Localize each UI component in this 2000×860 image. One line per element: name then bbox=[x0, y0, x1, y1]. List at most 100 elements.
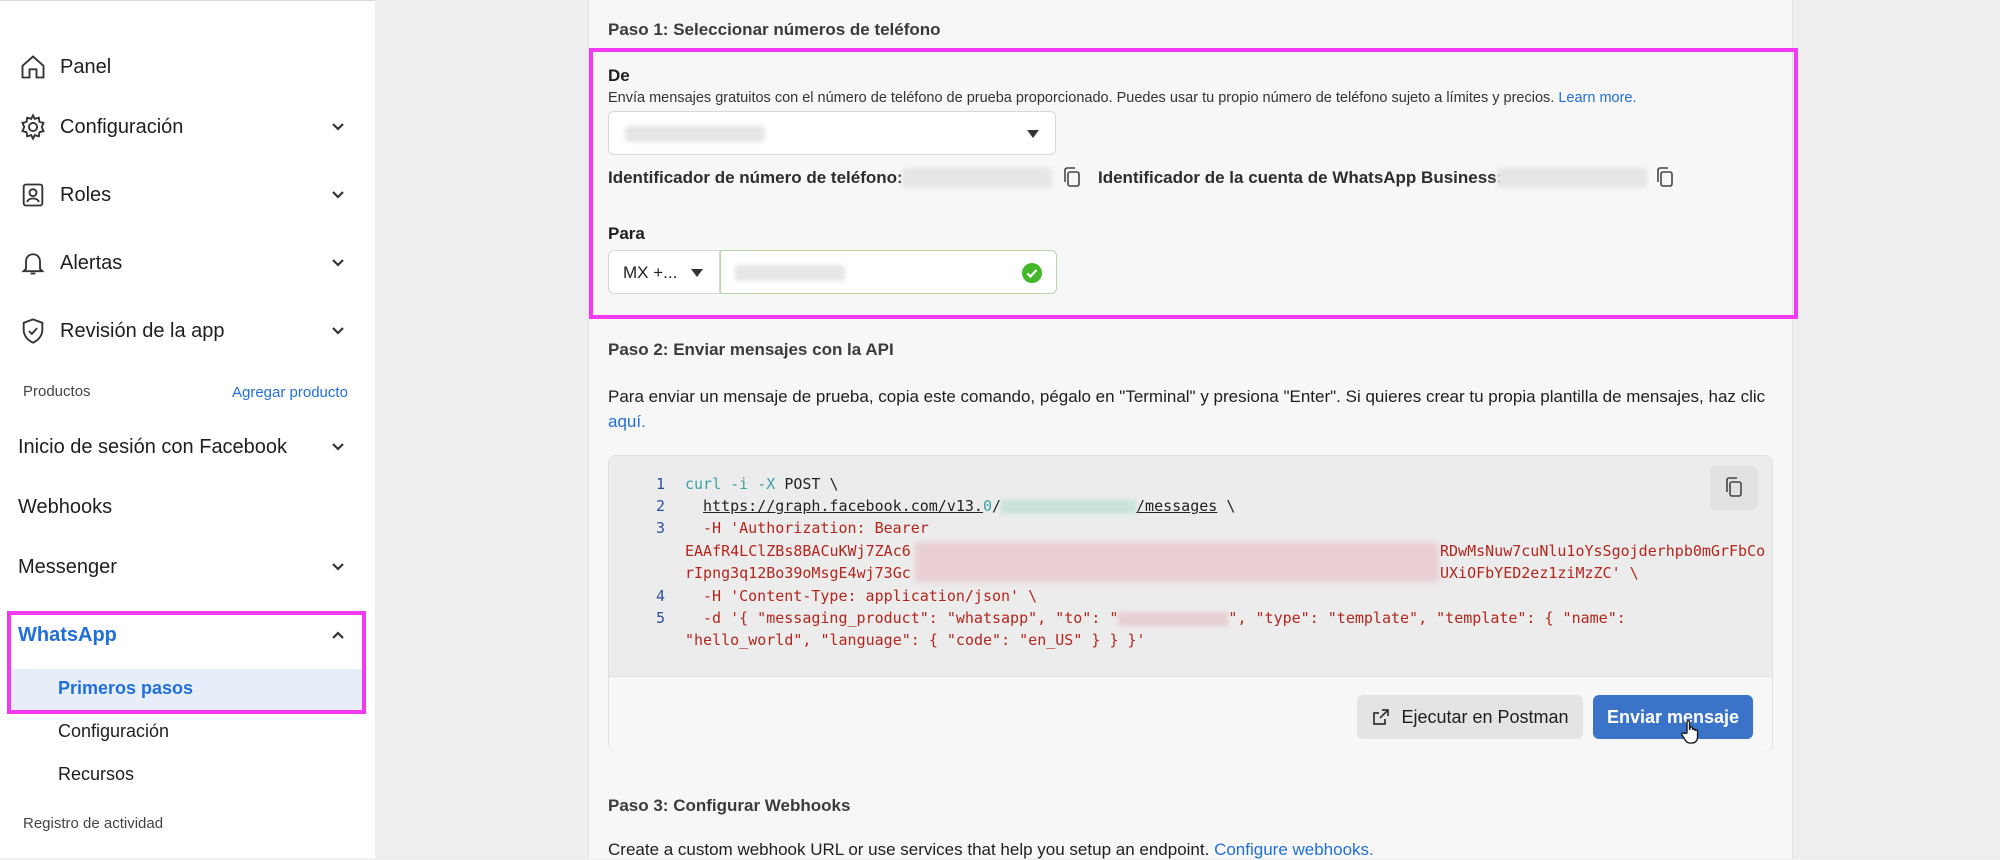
bell-icon bbox=[18, 248, 48, 278]
chevron-down-icon bbox=[328, 437, 348, 457]
main-area: Paso 1: Seleccionar números de teléfono … bbox=[375, 0, 2000, 860]
waba-id-label: Identificador de la cuenta de WhatsApp B… bbox=[1098, 168, 1503, 187]
add-product-link[interactable]: Agregar producto bbox=[232, 384, 348, 401]
to-phone-input[interactable] bbox=[720, 250, 1057, 294]
sidebar-item-registro[interactable]: Registro de actividad bbox=[23, 815, 163, 832]
getting-started-panel: Paso 1: Seleccionar números de teléfono … bbox=[588, 0, 1798, 860]
redacted-recipient-number bbox=[735, 265, 845, 281]
sidebar-subitem-configuracion[interactable]: Configuración bbox=[58, 721, 169, 742]
step2-title: Paso 2: Enviar mensajes con la API bbox=[608, 340, 894, 359]
code-token: /messages bbox=[1136, 497, 1218, 515]
sidebar: Panel Configuración Roles Alertas Revisi… bbox=[0, 0, 375, 858]
redacted-token bbox=[915, 542, 1439, 582]
from-phone-select[interactable] bbox=[608, 111, 1056, 155]
id-badge-icon bbox=[18, 180, 48, 210]
configure-webhooks-link[interactable]: Configure webhooks. bbox=[1214, 840, 1374, 859]
redacted-recipient-number bbox=[1118, 611, 1229, 626]
step3-description: Create a custom webhook URL or use servi… bbox=[608, 840, 1768, 860]
phone-id-label: Identificador de número de teléfono: bbox=[608, 168, 903, 187]
code-line-3c-right: UXiOFbYED2ez1ziMzZC' \ bbox=[1440, 564, 1639, 582]
code-line-4: -H 'Content-Type: application/json' \ bbox=[703, 587, 1038, 605]
sidebar-item-label: Configuración bbox=[60, 115, 184, 138]
code-line-3: -H 'Authorization: Bearer bbox=[703, 519, 929, 537]
sidebar-subitem-primeros-pasos[interactable]: Primeros pasos bbox=[58, 678, 193, 699]
code-line-6: "hello_world", "language": { "code": "en… bbox=[685, 631, 1146, 649]
code-panel-footer: Ejecutar en Postman Enviar mensaje bbox=[609, 676, 1772, 752]
hand-cursor-icon bbox=[1680, 719, 1702, 750]
code-line-3c-left: rIpng3q12Bo39oMsgE4wj73Gc bbox=[685, 564, 911, 582]
gear-icon bbox=[18, 112, 48, 142]
step1-title: Paso 1: Seleccionar números de teléfono bbox=[608, 20, 941, 39]
code-token: POST \ bbox=[784, 475, 839, 493]
aqui-link[interactable]: aquí. bbox=[608, 412, 646, 431]
code-token: curl -i -X bbox=[685, 475, 785, 493]
run-in-postman-label: Ejecutar en Postman bbox=[1401, 706, 1569, 727]
country-code-value: MX +... bbox=[623, 263, 678, 282]
code-token: / bbox=[992, 497, 1002, 515]
line-number: 3 bbox=[655, 519, 665, 537]
country-code-select[interactable]: MX +... bbox=[608, 250, 720, 294]
line-number: 2 bbox=[655, 497, 665, 515]
from-description: Envía mensajes gratuitos con el número d… bbox=[608, 90, 1637, 106]
step3-description-text: Create a custom webhook URL or use servi… bbox=[608, 840, 1210, 859]
sidebar-item-whatsapp[interactable]: WhatsApp bbox=[18, 613, 348, 657]
line-number: 4 bbox=[655, 587, 665, 605]
sidebar-item-label: Inicio de sesión con Facebook bbox=[18, 435, 288, 458]
step3-title: Paso 3: Configurar Webhooks bbox=[608, 796, 851, 815]
code-token: ", "type": "template", "template": { "na… bbox=[1228, 609, 1626, 627]
chevron-up-icon bbox=[328, 625, 348, 645]
shield-check-icon bbox=[18, 316, 48, 346]
sidebar-item-panel[interactable]: Panel bbox=[18, 45, 348, 89]
sidebar-item-configuracion[interactable]: Configuración bbox=[18, 105, 348, 149]
redacted-phone-number bbox=[625, 126, 765, 142]
sidebar-item-label: Roles bbox=[60, 183, 112, 206]
copy-icon bbox=[1726, 477, 1742, 497]
code-token: https://graph.facebook.com/v13. bbox=[703, 497, 983, 515]
code-line-2: https://graph.facebook.com/v13.0/ /messag… bbox=[703, 497, 1235, 515]
sidebar-item-label: WhatsApp bbox=[18, 623, 117, 646]
sidebar-item-facebook-login[interactable]: Inicio de sesión con Facebook bbox=[18, 425, 348, 469]
valid-check-icon bbox=[1022, 263, 1042, 288]
chevron-down-icon bbox=[328, 321, 348, 341]
sidebar-item-messenger[interactable]: Messenger bbox=[18, 545, 348, 589]
copy-phone-id-icon[interactable] bbox=[1061, 166, 1083, 195]
dropdown-caret-icon bbox=[691, 269, 703, 277]
copy-waba-id-icon[interactable] bbox=[1654, 166, 1676, 195]
send-message-button[interactable]: Enviar mensaje bbox=[1593, 695, 1753, 739]
from-description-text: Envía mensajes gratuitos con el número d… bbox=[608, 90, 1555, 106]
send-message-label: Enviar mensaje bbox=[1606, 706, 1740, 727]
line-number: 5 bbox=[655, 609, 665, 627]
sidebar-item-label: Alertas bbox=[60, 251, 123, 274]
chevron-down-icon bbox=[328, 557, 348, 577]
curl-code-panel: 1 2 3 4 5 curl -i -X POST \ https://grap… bbox=[608, 455, 1773, 752]
code-line-3b-left: EAAfR4LClZBs8BACuKWj7ZAc6 bbox=[685, 542, 911, 560]
code-token: -d '{ "messaging_product": "whatsapp", "… bbox=[703, 609, 1119, 627]
sidebar-item-alertas[interactable]: Alertas bbox=[18, 241, 348, 285]
redacted-phone-id bbox=[1001, 499, 1137, 514]
chevron-down-icon bbox=[328, 253, 348, 273]
sidebar-item-label: Panel bbox=[60, 55, 112, 78]
code-token: 0 bbox=[982, 497, 992, 515]
learn-more-link[interactable]: Learn more. bbox=[1558, 90, 1636, 106]
copy-code-button[interactable] bbox=[1710, 466, 1758, 510]
step2-description-text: Para enviar un mensaje de prueba, copia … bbox=[608, 387, 1766, 406]
run-in-postman-button[interactable]: Ejecutar en Postman bbox=[1357, 695, 1583, 739]
redacted-waba-id bbox=[1497, 168, 1647, 188]
code-token: \ bbox=[1217, 497, 1236, 515]
sidebar-item-webhooks[interactable]: Webhooks bbox=[18, 496, 112, 519]
sidebar-subitem-recursos[interactable]: Recursos bbox=[58, 764, 134, 785]
sidebar-item-revision[interactable]: Revisión de la app bbox=[18, 309, 348, 353]
to-label: Para bbox=[608, 224, 645, 243]
home-icon bbox=[18, 52, 48, 82]
products-section-label: Productos bbox=[23, 383, 91, 400]
sidebar-item-label: Messenger bbox=[18, 555, 117, 578]
line-number: 1 bbox=[655, 475, 665, 493]
step2-description: Para enviar un mensaje de prueba, copia … bbox=[608, 384, 1768, 434]
code-line-5: -d '{ "messaging_product": "whatsapp", "… bbox=[703, 609, 1626, 627]
code-line-3b-right: RDwMsNuw7cuNlu1oYsSgojderhpb0mGrFbCo bbox=[1440, 542, 1766, 560]
chevron-down-icon bbox=[328, 117, 348, 137]
sidebar-item-roles[interactable]: Roles bbox=[18, 173, 348, 217]
chevron-down-icon bbox=[328, 185, 348, 205]
code-line-1: curl -i -X POST \ bbox=[685, 475, 839, 493]
from-label: De bbox=[608, 66, 630, 85]
